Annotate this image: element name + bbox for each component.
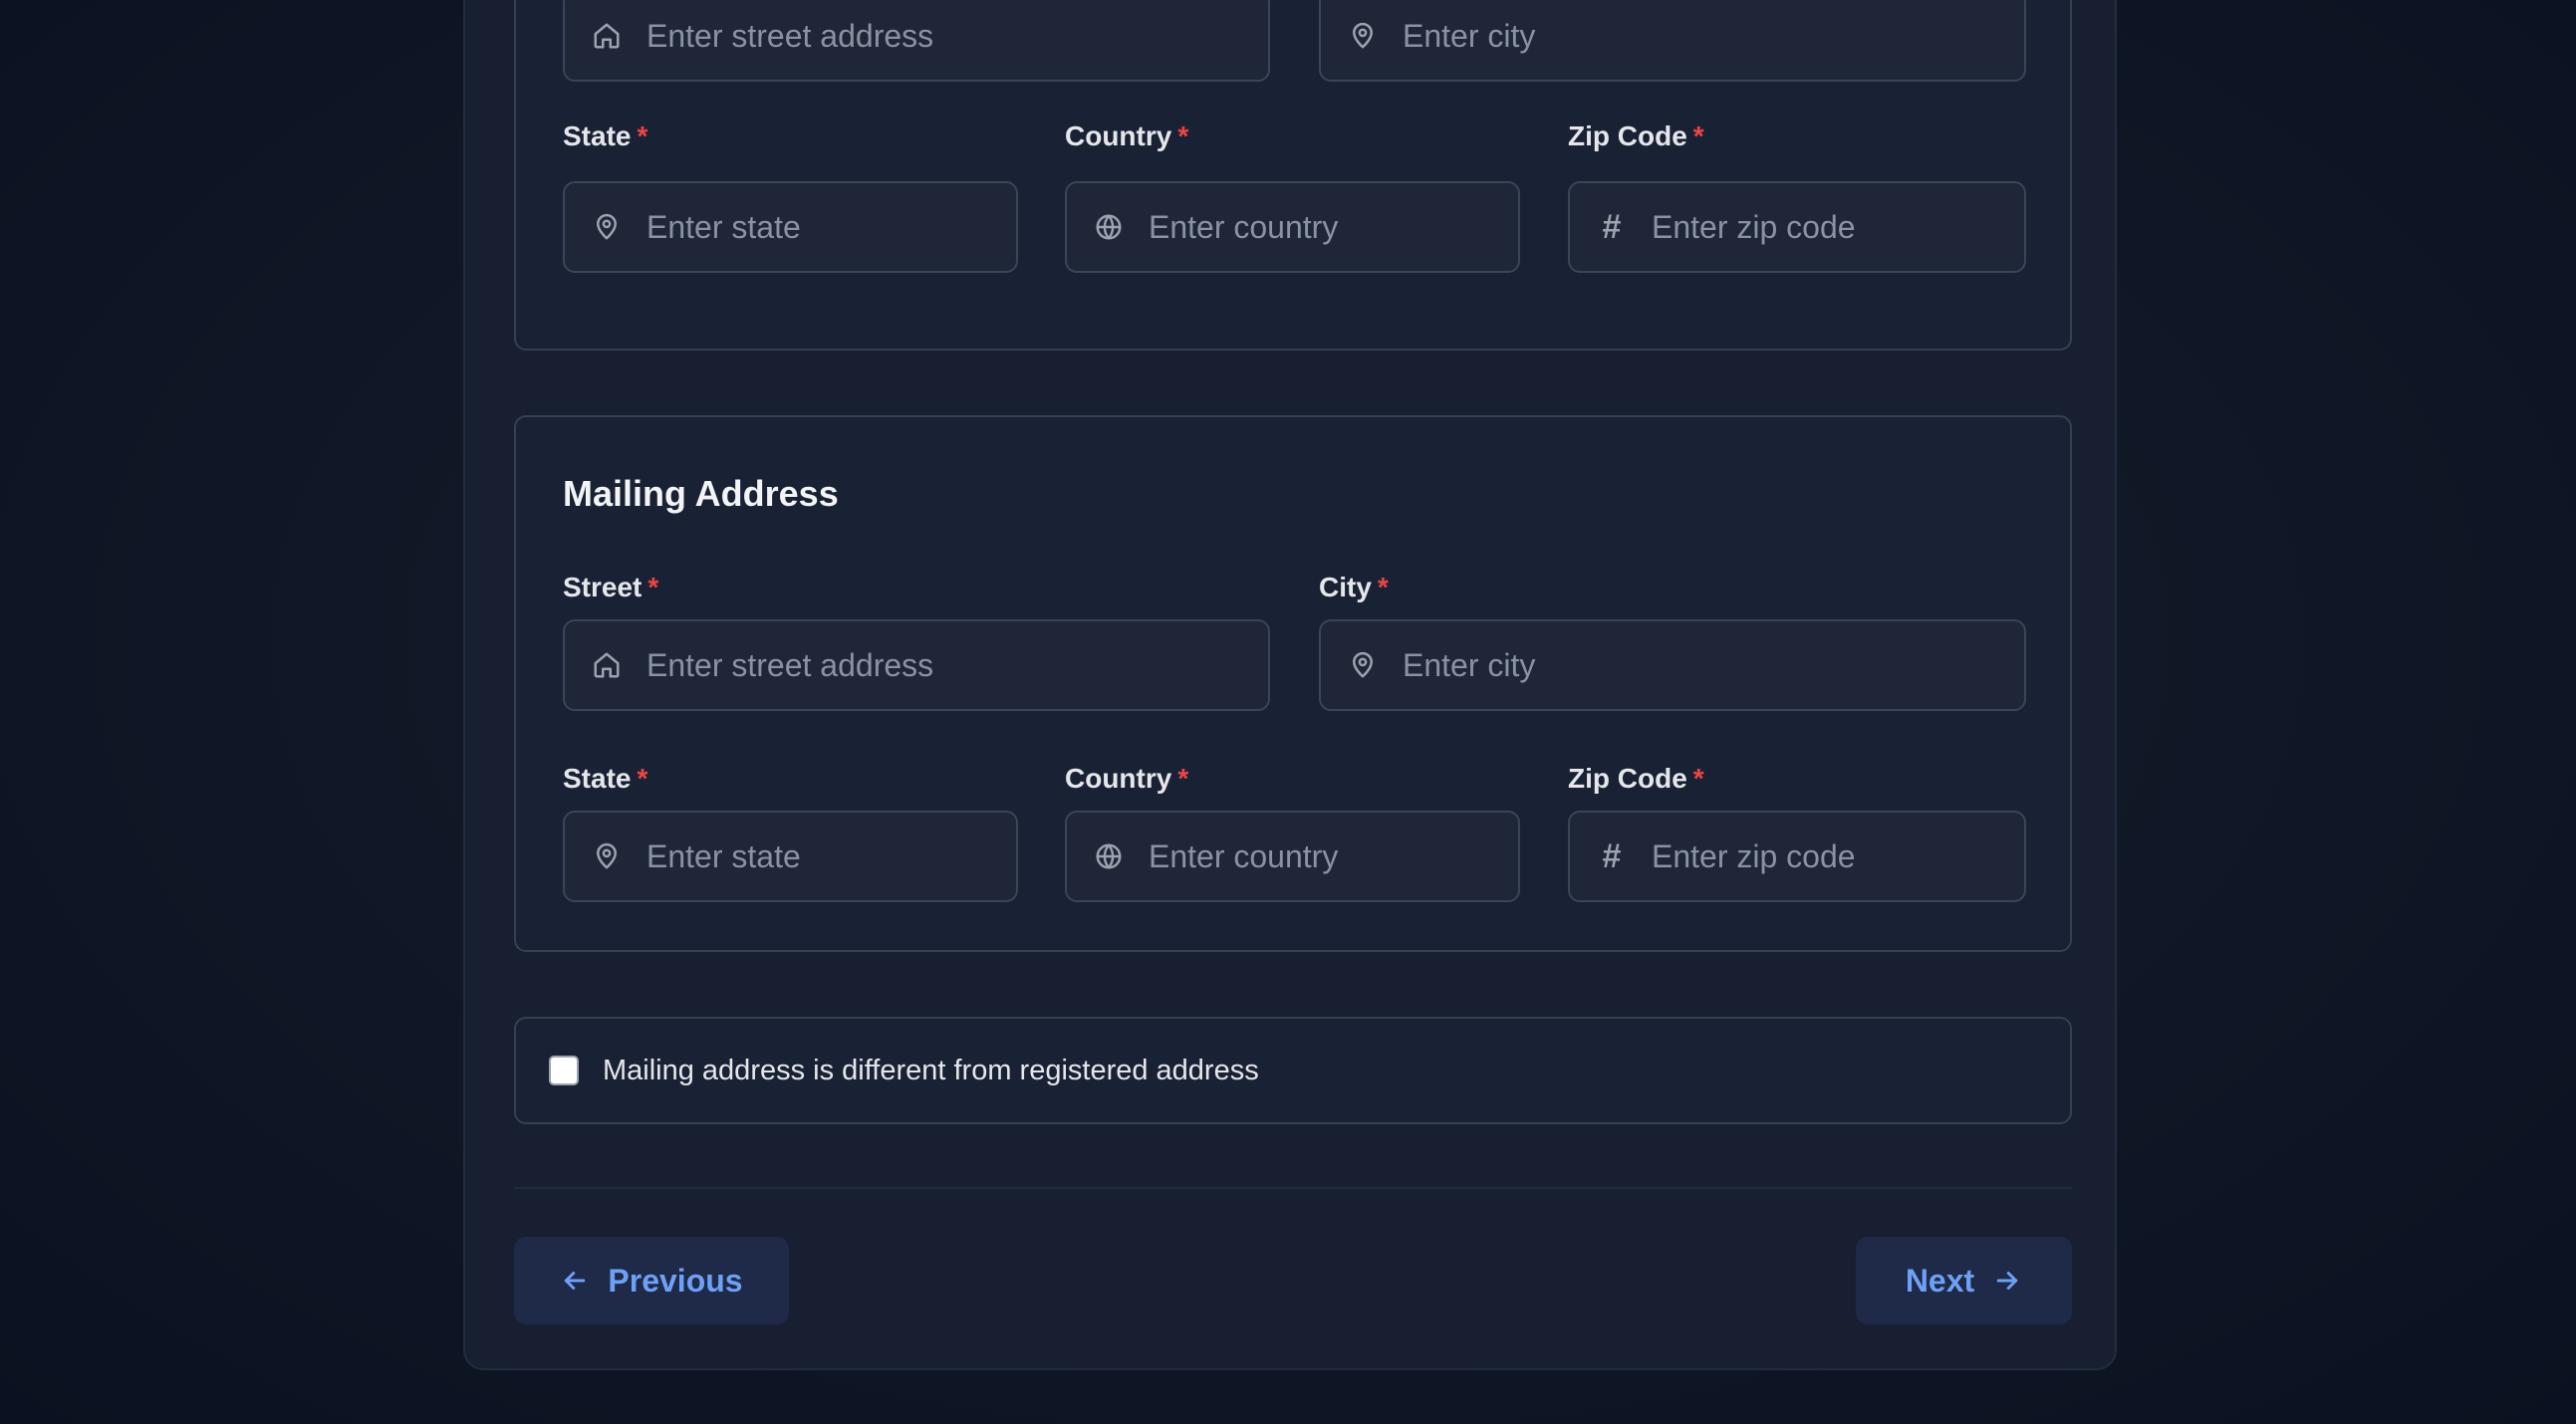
required-marker: *: [637, 120, 648, 151]
next-button[interactable]: Next: [1856, 1237, 2072, 1324]
mailing-country-label: Country *: [1065, 763, 1188, 795]
next-button-label: Next: [1905, 1262, 1975, 1299]
page: Enter street address Enter city State * C…: [0, 0, 2576, 1424]
mailing-zip-label-text: Zip Code: [1568, 763, 1687, 794]
required-marker: *: [1177, 120, 1189, 151]
globe-icon: [1091, 209, 1127, 245]
registered-state-label-text: State: [563, 120, 632, 151]
required-marker: *: [1177, 763, 1189, 794]
registered-country-input[interactable]: Enter country: [1065, 181, 1520, 273]
different-mailing-address-option[interactable]: Mailing address is different from regist…: [514, 1017, 2072, 1124]
mailing-state-label: State *: [563, 763, 647, 795]
form-card: Enter street address Enter city State * C…: [463, 0, 2117, 1370]
registered-street-input[interactable]: Enter street address: [563, 0, 1270, 82]
mailing-address-section: Mailing Address Street * City * Enter stre…: [514, 415, 2072, 952]
registered-zip-input[interactable]: # Enter zip code: [1568, 181, 2026, 273]
mailing-street-placeholder: Enter street address: [646, 646, 934, 683]
registered-country-placeholder: Enter country: [1149, 208, 1339, 245]
mailing-state-input[interactable]: Enter state: [563, 811, 1018, 902]
registered-zip-label: Zip Code *: [1568, 120, 1704, 152]
hash-icon: #: [1602, 207, 1622, 246]
mailing-street-label-text: Street: [563, 572, 643, 602]
mailing-city-label-text: City: [1319, 572, 1372, 602]
registered-street-placeholder: Enter street address: [646, 17, 934, 54]
required-marker: *: [1692, 120, 1704, 151]
section-title: Mailing Address: [563, 473, 839, 514]
mailing-country-placeholder: Enter country: [1149, 837, 1339, 874]
registered-country-label: Country *: [1065, 120, 1188, 152]
map-pin-icon: [589, 838, 625, 874]
mailing-street-input[interactable]: Enter street address: [563, 619, 1270, 711]
previous-button-label: Previous: [608, 1262, 743, 1299]
map-pin-icon: [1345, 647, 1381, 683]
mailing-zip-placeholder: Enter zip code: [1652, 837, 1856, 874]
globe-icon: [1091, 838, 1127, 874]
home-icon: [589, 18, 625, 54]
mailing-street-label: Street *: [563, 572, 658, 603]
mailing-zip-input[interactable]: # Enter zip code: [1568, 811, 2026, 902]
different-mailing-address-label[interactable]: Mailing address is different from regist…: [603, 1055, 1259, 1087]
registered-state-label: State *: [563, 120, 647, 152]
map-pin-icon: [589, 209, 625, 245]
mailing-city-placeholder: Enter city: [1403, 646, 1536, 683]
registered-state-input[interactable]: Enter state: [563, 181, 1018, 273]
mailing-state-placeholder: Enter state: [646, 837, 801, 874]
required-marker: *: [637, 763, 648, 794]
hash-icon: #: [1602, 836, 1622, 875]
required-marker: *: [647, 572, 659, 602]
arrow-left-icon: [560, 1266, 590, 1296]
mailing-state-label-text: State: [563, 763, 632, 794]
home-icon: [589, 647, 625, 683]
mailing-country-input[interactable]: Enter country: [1065, 811, 1520, 902]
arrow-right-icon: [1992, 1266, 2022, 1296]
required-marker: *: [1692, 763, 1704, 794]
registered-zip-label-text: Zip Code: [1568, 120, 1687, 151]
registered-country-label-text: Country: [1065, 120, 1172, 151]
mailing-country-label-text: Country: [1065, 763, 1172, 794]
registered-state-placeholder: Enter state: [646, 208, 801, 245]
previous-button[interactable]: Previous: [514, 1237, 789, 1324]
registered-city-placeholder: Enter city: [1403, 17, 1536, 54]
mailing-zip-label: Zip Code *: [1568, 763, 1704, 795]
mailing-city-label: City *: [1319, 572, 1389, 603]
registered-city-input[interactable]: Enter city: [1319, 0, 2026, 82]
mailing-city-input[interactable]: Enter city: [1319, 619, 2026, 711]
different-mailing-address-checkbox[interactable]: [549, 1056, 579, 1085]
registered-address-section: Enter street address Enter city State * C…: [514, 0, 2072, 351]
map-pin-icon: [1345, 18, 1381, 54]
divider: [514, 1187, 2072, 1189]
required-marker: *: [1377, 572, 1389, 602]
registered-zip-placeholder: Enter zip code: [1652, 208, 1856, 245]
